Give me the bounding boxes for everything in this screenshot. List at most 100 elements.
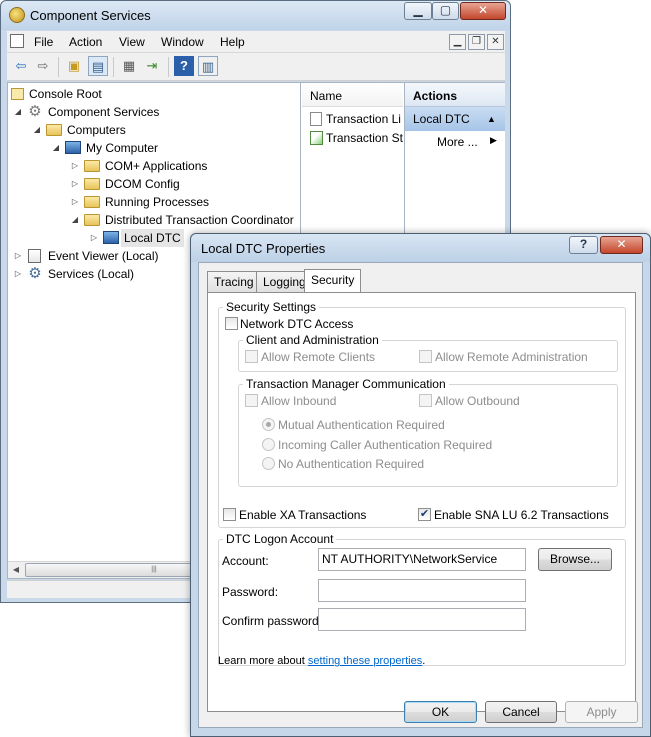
account-label: Account: [222,554,269,568]
actions-more-label: More ... [437,135,478,149]
collapsed-arrow-icon[interactable]: ▷ [70,157,80,175]
apply-button[interactable]: Apply [565,701,638,723]
folder-icon [84,196,100,208]
properties-icon[interactable]: ▦ [119,56,139,76]
actions-section-label: Local DTC [413,112,470,126]
account-field[interactable]: NT AUTHORITY\NetworkService [318,548,526,571]
tab-tracing[interactable]: Tracing [207,271,261,292]
allow-remote-clients-checkbox[interactable] [245,350,258,363]
incoming-caller-auth-radio[interactable] [262,438,275,451]
confirm-password-field[interactable] [318,608,526,631]
allow-outbound-label[interactable]: Allow Outbound [435,394,520,408]
learn-more-text: Learn more about setting these propertie… [218,654,425,668]
mutual-auth-radio[interactable] [262,418,275,431]
help-icon[interactable]: ? [174,56,194,76]
child-minimize-button[interactable]: ▁ [449,34,466,50]
collapsed-arrow-icon[interactable]: ▷ [13,265,23,283]
enable-xa-label[interactable]: Enable XA Transactions [239,508,366,522]
actions-section-local-dtc[interactable]: Local DTC ▲ [405,107,505,131]
tree-item-label: Local DTC [121,229,184,247]
show-hide-tree-icon[interactable]: ▤ [88,56,108,76]
transaction-statistics-icon [310,131,323,145]
minimize-button[interactable]: ▁ [404,2,432,20]
menu-action[interactable]: Action [62,31,109,53]
menu-window[interactable]: Window [154,31,211,53]
allow-inbound-label[interactable]: Allow Inbound [261,394,336,408]
collapsed-arrow-icon[interactable]: ▷ [13,247,23,265]
menu-help[interactable]: Help [213,31,252,53]
computer-icon [103,231,119,244]
dtc-logon-account-label: DTC Logon Account [223,532,337,546]
tm-communication-label: Transaction Manager Communication [243,377,449,391]
dialog-close-button[interactable]: ✕ [600,236,643,254]
tab-security[interactable]: Security [304,269,362,292]
forward-arrow-icon[interactable]: ⇨ [33,56,53,76]
browse-button[interactable]: Browse... [538,548,612,571]
incoming-caller-auth-label[interactable]: Incoming Caller Authentication Required [278,438,492,452]
tree-item-label: Services (Local) [48,267,135,281]
network-dtc-access-checkbox[interactable] [225,317,238,330]
list-item-label: Transaction St [326,131,403,145]
dialog-title: Local DTC Properties [201,241,326,256]
console-icon[interactable] [10,34,24,48]
show-hide-action-pane-icon[interactable]: ▥ [198,56,218,76]
client-admin-label: Client and Administration [243,333,382,347]
mutual-auth-label[interactable]: Mutual Authentication Required [278,418,445,432]
maximize-button[interactable]: ▢ [432,2,459,20]
allow-inbound-checkbox[interactable] [245,394,258,407]
allow-outbound-checkbox[interactable] [419,394,432,407]
enable-sna-checkbox[interactable]: ✔ [418,508,431,521]
up-folder-icon[interactable]: ▣ [64,56,84,76]
tree-item-label: Component Services [48,105,160,119]
network-dtc-access-label[interactable]: Network DTC Access [240,317,353,331]
allow-remote-admin-checkbox[interactable] [419,350,432,363]
expanded-arrow-icon[interactable]: ◢ [32,121,42,139]
scroll-left-arrow-icon[interactable]: ◀ [8,562,24,578]
enable-xa-checkbox[interactable] [223,508,236,521]
computer-icon [65,141,81,154]
no-auth-label[interactable]: No Authentication Required [278,457,424,471]
toolbar-separator [113,57,114,77]
component-services-icon: ⚙ [28,103,42,120]
expanded-arrow-icon[interactable]: ◢ [70,211,80,229]
folder-icon [84,178,100,190]
expanded-arrow-icon[interactable]: ◢ [51,139,61,157]
menu-file[interactable]: File [27,31,60,53]
ok-button[interactable]: OK [404,701,477,723]
security-settings-label: Security Settings [223,300,320,314]
toolbar-separator [168,57,169,77]
child-close-button[interactable]: ✕ [487,34,504,50]
child-restore-button[interactable]: ❐ [468,34,485,50]
actions-more-item[interactable]: More ... [437,135,478,149]
tree-item-label: Event Viewer (Local) [48,249,159,263]
help-button[interactable]: ? [569,236,598,254]
back-arrow-icon[interactable]: ⇦ [11,56,31,76]
dialog-body: Tracing Logging Security Security Settin… [198,262,643,728]
allow-remote-admin-label[interactable]: Allow Remote Administration [435,350,588,364]
export-list-icon[interactable]: ⇥ [142,56,162,76]
enable-sna-label[interactable]: Enable SNA LU 6.2 Transactions [434,508,609,522]
toolbar-separator [58,57,59,77]
title-bar[interactable]: Component Services ▁ ▢ ✕ [1,1,510,30]
collapsed-arrow-icon[interactable]: ▷ [70,193,80,211]
tree-item-label: Distributed Transaction Coordinator [105,213,294,227]
collapsed-arrow-icon[interactable]: ▷ [70,175,80,193]
list-column-header-name[interactable]: Name [302,83,403,107]
password-label: Password: [222,585,279,599]
learn-more-prefix: Learn more about [218,655,308,667]
collapsed-arrow-icon[interactable]: ▷ [89,229,99,247]
learn-more-link[interactable]: setting these properties [308,655,422,667]
folder-icon [84,160,100,172]
menu-view[interactable]: View [112,31,152,53]
no-auth-radio[interactable] [262,457,275,470]
local-dtc-properties-dialog: Local DTC Properties ? ✕ Tracing Logging… [190,233,651,737]
expanded-arrow-icon[interactable]: ◢ [13,103,23,121]
collapse-arrow-icon[interactable]: ▲ [487,107,496,131]
transaction-list-icon [310,112,322,126]
allow-remote-clients-label[interactable]: Allow Remote Clients [261,350,375,364]
dialog-title-bar[interactable]: Local DTC Properties ? ✕ [191,234,650,262]
tree-item-label: COM+ Applications [105,159,208,173]
close-button[interactable]: ✕ [460,2,506,20]
cancel-button[interactable]: Cancel [485,701,557,723]
password-field[interactable] [318,579,526,602]
